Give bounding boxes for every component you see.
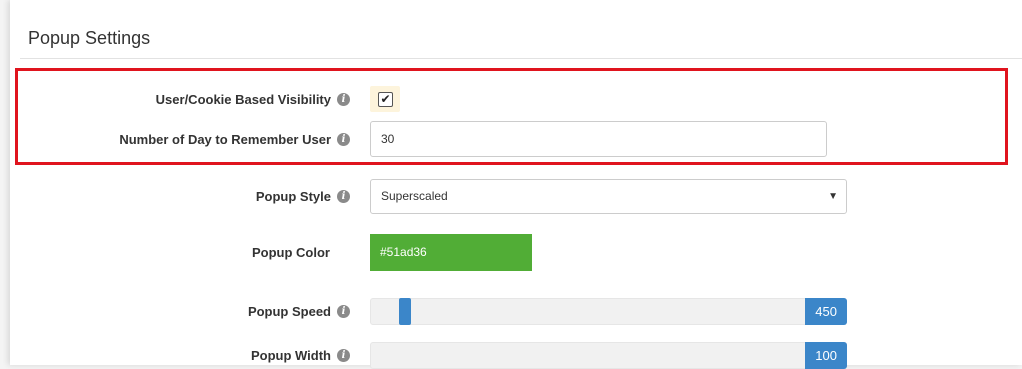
popup-color-picker[interactable]: #51ad36	[370, 234, 532, 271]
popup-color-label-row: Popup Color	[0, 242, 330, 262]
popup-color-label: Popup Color	[252, 244, 330, 260]
popup-width-label-row: Popup Width i	[0, 345, 350, 365]
visibility-checkbox[interactable]: ✔	[378, 92, 393, 107]
remember-days-label: Number of Day to Remember User	[119, 131, 331, 147]
remember-days-input[interactable]: 30	[370, 121, 827, 157]
popup-speed-slider[interactable]: 450	[370, 298, 847, 325]
visibility-label-row: User/Cookie Based Visibility i	[0, 89, 350, 109]
chevron-down-icon: ▼	[828, 191, 838, 202]
info-icon[interactable]: i	[337, 348, 350, 362]
remember-days-label-row: Number of Day to Remember User i	[0, 129, 350, 149]
popup-width-label: Popup Width	[250, 347, 331, 363]
popup-speed-label: Popup Speed	[247, 303, 331, 319]
info-icon[interactable]: i	[337, 304, 350, 318]
popup-speed-label-row: Popup Speed i	[0, 301, 350, 321]
visibility-label: User/Cookie Based Visibility	[155, 91, 331, 107]
popup-style-label-row: Popup Style i	[0, 186, 350, 206]
info-icon[interactable]: i	[337, 92, 350, 106]
popup-style-selected: Superscaled	[381, 189, 448, 203]
title-divider	[20, 58, 1022, 59]
popup-speed-value: 450	[805, 298, 847, 325]
popup-style-label: Popup Style	[255, 188, 331, 204]
panel-title: Popup Settings	[28, 28, 151, 48]
info-icon[interactable]: i	[337, 132, 350, 146]
visibility-checkbox-wrap[interactable]: ✔	[370, 86, 400, 112]
slider-thumb[interactable]	[399, 298, 411, 325]
info-icon[interactable]: i	[337, 189, 350, 203]
popup-style-select[interactable]: Superscaled ▼	[370, 179, 847, 214]
